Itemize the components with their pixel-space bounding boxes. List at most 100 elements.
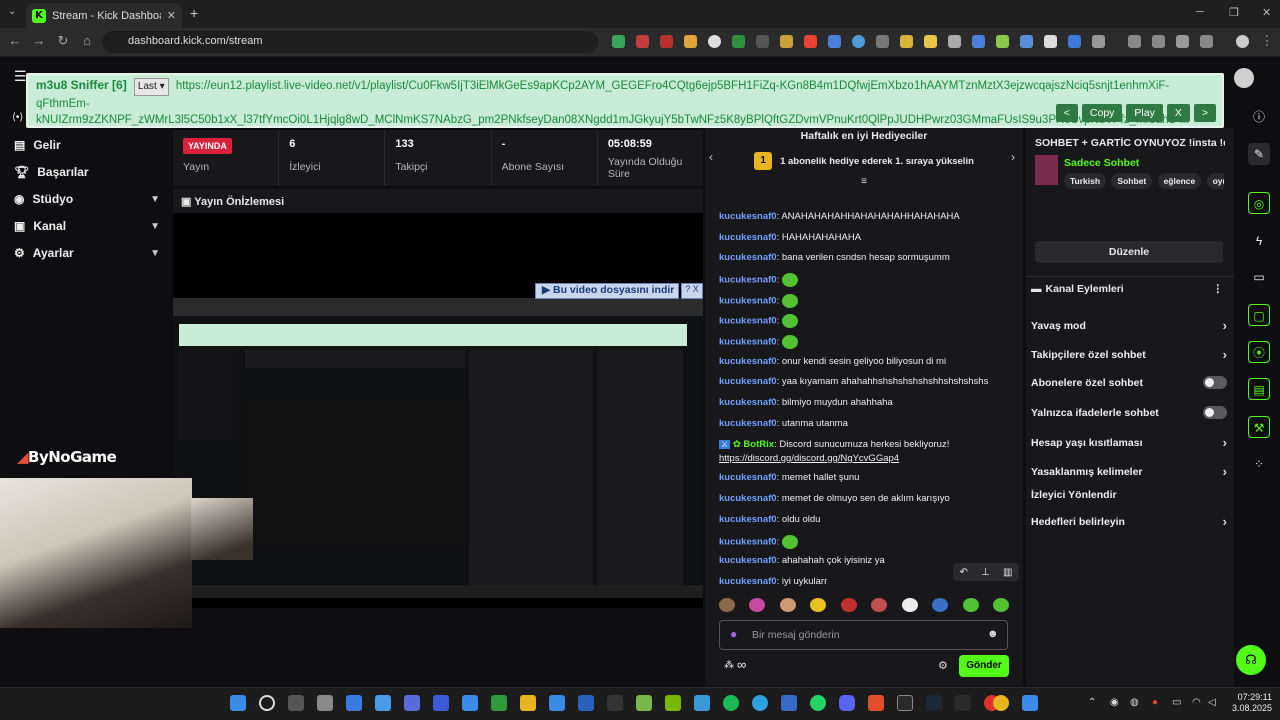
sniffer-copy-button[interactable]: Copy [1081,104,1123,122]
chat-username[interactable]: kucukesnaf0 [719,397,777,408]
extensions-puzzle-icon[interactable] [1092,35,1105,48]
apps-icon[interactable]: ⁘ [1248,453,1270,475]
emote-icon[interactable] [932,598,949,612]
pin-icon[interactable]: ⊥ [981,567,990,578]
app-icon[interactable] [1022,695,1038,711]
search-icon[interactable] [259,695,275,711]
wrench-icon[interactable]: ⚒ [1248,416,1270,438]
sidebar-item-studyo[interactable]: ◉ Stüdyo ▼ [14,192,160,206]
reload-icon[interactable]: ↻ [54,33,72,49]
extension-icon[interactable] [972,35,985,48]
chevron-right-icon[interactable]: › [1011,150,1015,164]
emote-icon[interactable] [992,598,1009,612]
chat-message[interactable]: kucukesnaf0: [719,314,1019,328]
emote-icon[interactable] [901,598,918,612]
bot-username[interactable]: BotRix [743,439,774,450]
sniffer-close-button[interactable]: X [1166,104,1190,122]
emoji-picker-icon[interactable]: ☻ [987,628,999,640]
chat-message[interactable]: kucukesnaf0: [719,294,1019,308]
wifi-icon[interactable]: ◠ [1192,697,1201,708]
extension-icon[interactable] [780,35,793,48]
reply-icon[interactable]: ↶ [960,567,968,578]
info-icon[interactable]: ⓘ [1248,106,1270,128]
chat-username[interactable]: kucukesnaf0 [719,472,777,483]
pinned-toggle-icon[interactable]: ≡ [705,176,1023,187]
support-headset-icon[interactable]: ☊ [1236,645,1266,675]
emote-icon[interactable] [779,598,796,612]
app-icon[interactable] [462,695,478,711]
chat-settings-icon[interactable]: ⚙ [938,659,948,672]
tray-chevron-icon[interactable]: ⌃ [1088,697,1096,708]
extension-icon[interactable] [876,35,889,48]
epic-games-icon[interactable] [897,695,913,711]
taskbar-clock[interactable]: 07:29:11 3.08.2025 [1222,692,1272,714]
chat-bubble-icon[interactable]: ▢ [1248,304,1270,326]
channel-action-item[interactable]: Takipçilere özel sohbet › [1031,347,1227,362]
emote-icon[interactable] [719,598,735,612]
extension-icon[interactable] [948,35,961,48]
chat-username[interactable]: kucukesnaf0 [719,356,777,367]
chat-username[interactable]: kucukesnaf0 [719,232,777,243]
back-icon[interactable]: ← [6,33,24,48]
photos-icon[interactable] [375,695,391,711]
chat-username[interactable]: kucukesnaf0 [719,252,777,263]
chrome-icon[interactable] [993,695,1009,711]
extension-icon[interactable] [708,35,721,48]
chat-message[interactable]: kucukesnaf0: [719,273,1019,287]
toggle-switch[interactable] [1203,376,1227,389]
chat-message[interactable]: kucukesnaf0: memet hallet şunu [719,472,1019,483]
terminal-icon[interactable] [607,695,623,711]
chat-username[interactable]: kucukesnaf0 [719,211,777,222]
channel-action-item[interactable]: Hedefleri belirleyin › [1031,514,1227,529]
capture-icon[interactable]: ◎ [1248,192,1270,214]
network-icon[interactable]: ▭ [1172,697,1181,708]
emote-icon[interactable] [810,598,827,612]
sniffer-next-button[interactable]: > [1193,104,1216,122]
new-tab-button[interactable]: + [190,5,198,21]
chat-username[interactable]: kucukesnaf0 [719,275,777,286]
chat-username[interactable]: kucukesnaf0 [719,555,777,566]
extension-icon[interactable] [1020,35,1033,48]
start-menu-icon[interactable] [230,695,246,711]
extension-icon[interactable] [636,35,649,48]
chat-message[interactable]: kucukesnaf0: utanma utanma [719,418,1019,429]
chat-input[interactable]: Bir mesaj gönderin [719,620,1008,650]
delete-icon[interactable]: ▥ [1003,567,1012,578]
profile-avatar[interactable] [1236,35,1249,48]
download-icon[interactable] [1176,35,1189,48]
chat-message[interactable]: kucukesnaf0: bilmiyo muydun ahahhaha [719,397,1019,408]
layout-icon[interactable]: ▤ [1248,378,1270,400]
chat-message[interactable]: kucukesnaf0: HAHAHAHAHAHA [719,232,1019,243]
toggle-switch[interactable] [1203,406,1227,419]
nvidia-icon[interactable] [665,695,681,711]
channel-action-item[interactable]: Yalnızca ifadelerle sohbet [1031,406,1227,419]
channel-points-icon[interactable]: ⁂ [724,660,734,671]
app-icon[interactable] [868,695,884,711]
app-icon[interactable] [636,695,652,711]
hamburger-menu-icon[interactable]: ☰ [14,68,27,85]
sidebar-item-ayarlar[interactable]: ⚙ Ayarlar ▼ [14,246,160,260]
chat-username[interactable]: kucukesnaf0 [719,337,777,348]
extension-icon[interactable] [660,35,673,48]
mic-muted-icon[interactable]: ● [1152,697,1158,708]
xbox-icon[interactable] [491,695,507,711]
channel-action-item[interactable]: İzleyici Yönlendir [1031,489,1227,501]
extension-icon[interactable] [828,35,841,48]
chat-message[interactable]: kucukesnaf0: [719,335,1019,349]
sniffer-prev-button[interactable]: < [1055,104,1078,122]
chat-message[interactable]: kucukesnaf0: memet de olmuyo sen de aklı… [719,493,1019,504]
chat-username[interactable]: kucukesnaf0 [719,493,777,504]
bot-message[interactable]: ⚔ ✿ BotRix: Discord sunucumuza herkesi b… [719,438,1019,466]
maximize-icon[interactable]: ❐ [1229,6,1239,19]
window-close-icon[interactable]: ✕ [1262,6,1271,19]
download-video-button[interactable]: ▶ Bu video dosyasını indir [535,283,679,299]
url-field[interactable]: dashboard.kick.com/stream [102,31,598,53]
chat-username[interactable]: kucukesnaf0 [719,316,777,327]
chat-message[interactable]: kucukesnaf0: oldu oldu [719,514,1019,525]
extension-icon[interactable] [1044,35,1057,48]
whatsapp-icon[interactable] [810,695,826,711]
last-dropdown[interactable]: Last ▾ [133,78,169,96]
chat-username[interactable]: kucukesnaf0 [719,418,777,429]
channel-action-item[interactable]: Abonelere özel sohbet [1031,376,1227,389]
extension-icon[interactable] [996,35,1009,48]
